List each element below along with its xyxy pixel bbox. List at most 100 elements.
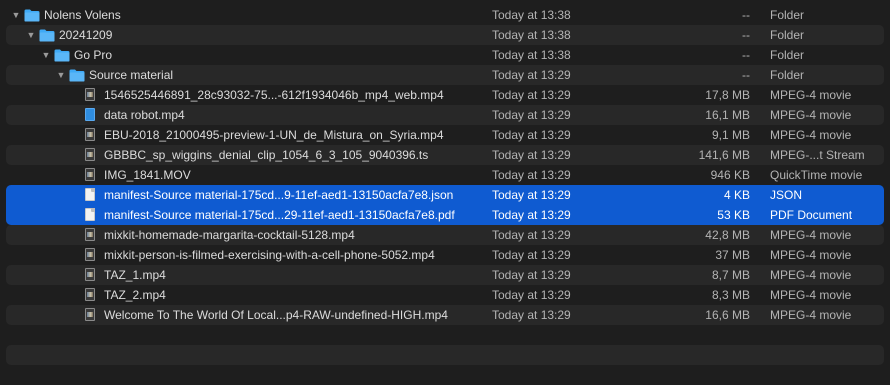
file-kind: MPEG-...t Stream [770,148,865,162]
date-modified: Today at 13:29 [492,268,571,282]
date-modified: Today at 13:29 [492,128,571,142]
folder-icon [69,69,85,82]
file-name: TAZ_1.mp4 [104,268,166,282]
file-kind: MPEG-4 movie [770,268,852,282]
file-kind: MPEG-4 movie [770,108,852,122]
file-row[interactable]: EBU-2018_21000495-preview-1-UN_de_Mistur… [6,125,884,145]
video-file-icon [85,248,95,261]
folder-icon [54,49,70,62]
file-name: IMG_1841.MOV [104,168,191,182]
file-size: -- [742,8,750,22]
file-size: -- [742,48,750,62]
empty-row [6,325,884,345]
file-size: 16,1 MB [705,108,750,122]
date-modified: Today at 13:29 [492,228,571,242]
file-kind: Folder [770,68,805,82]
file-size: 946 KB [710,168,750,182]
folder-row-go-pro[interactable]: ▼ Go Pro Today at 13:38 -- Folder [6,45,884,65]
folder-row-nolens-volens[interactable]: ▼ Nolens Volens Today at 13:38 -- Folder [6,5,884,25]
document-file-icon [85,188,95,201]
empty-row [6,365,884,385]
file-size: 37 MB [715,248,750,262]
file-row[interactable]: TAZ_1.mp4 Today at 13:29 8,7 MB MPEG-4 m… [6,265,884,285]
file-row[interactable]: data robot.mp4 Today at 13:29 16,1 MB MP… [6,105,884,125]
video-file-icon [85,148,95,161]
video-file-icon [85,128,95,141]
file-size: -- [742,28,750,42]
file-size: 53 KB [717,208,750,222]
file-name: 1546525446891_28c93032-75...-612f1934046… [104,88,444,102]
video-file-icon [85,268,95,281]
file-name: EBU-2018_21000495-preview-1-UN_de_Mistur… [104,128,444,142]
file-row[interactable]: 1546525446891_28c93032-75...-612f1934046… [6,85,884,105]
file-kind: MPEG-4 movie [770,288,852,302]
file-kind: MPEG-4 movie [770,88,852,102]
empty-row [6,345,884,365]
date-modified: Today at 13:29 [492,208,571,222]
folder-row-20241209[interactable]: ▼ 20241209 Today at 13:38 -- Folder [6,25,884,45]
file-kind: Folder [770,28,805,42]
file-row[interactable]: IMG_1841.MOV Today at 13:29 946 KB Quick… [6,165,884,185]
file-row[interactable]: mixkit-homemade-margarita-cocktail-5128.… [6,225,884,245]
file-kind: MPEG-4 movie [770,308,852,322]
file-size: -- [742,68,750,82]
file-size: 9,1 MB [711,128,750,142]
video-file-icon [85,228,95,241]
file-row-selected[interactable]: manifest-Source material-175cd...29-11ef… [6,205,884,225]
document-file-icon [85,208,95,221]
file-kind: MPEG-4 movie [770,228,852,242]
date-modified: Today at 13:29 [492,248,571,262]
folder-row-source-material[interactable]: ▼ Source material Today at 13:29 -- Fold… [6,65,884,85]
folder-icon [39,29,55,42]
file-kind: MPEG-4 movie [770,248,852,262]
folder-icon [24,9,40,22]
date-modified: Today at 13:29 [492,108,571,122]
video-file-icon [85,168,95,181]
file-row[interactable]: GBBBC_sp_wiggins_denial_clip_1054_6_3_10… [6,145,884,165]
file-kind: PDF Document [770,208,853,222]
date-modified: Today at 13:38 [492,28,571,42]
file-name: mixkit-person-is-filmed-exercising-with-… [104,248,435,262]
file-kind: MPEG-4 movie [770,128,852,142]
date-modified: Today at 13:38 [492,8,571,22]
file-row[interactable]: mixkit-person-is-filmed-exercising-with-… [6,245,884,265]
file-kind: Folder [770,8,805,22]
file-name: Source material [89,68,174,82]
file-name: manifest-Source material-175cd...9-11ef-… [104,188,454,202]
file-name: data robot.mp4 [104,108,185,122]
date-modified: Today at 13:29 [492,188,571,202]
chevron-down-icon[interactable]: ▼ [25,25,37,45]
file-kind: JSON [770,188,803,202]
file-row[interactable]: TAZ_2.mp4 Today at 13:29 8,3 MB MPEG-4 m… [6,285,884,305]
date-modified: Today at 13:29 [492,308,571,322]
date-modified: Today at 13:29 [492,88,571,102]
chevron-down-icon[interactable]: ▼ [55,65,67,85]
file-kind: QuickTime movie [770,168,863,182]
file-size: 16,6 MB [705,308,750,322]
file-size: 8,7 MB [711,268,750,282]
video-file-icon [85,108,95,121]
file-name: GBBBC_sp_wiggins_denial_clip_1054_6_3_10… [104,148,429,162]
file-name: Welcome To The World Of Local...p4-RAW-u… [104,308,448,322]
file-row[interactable]: Welcome To The World Of Local...p4-RAW-u… [6,305,884,325]
video-file-icon [85,308,95,321]
video-file-icon [85,288,95,301]
chevron-down-icon[interactable]: ▼ [40,45,52,65]
file-kind: Folder [770,48,805,62]
video-file-icon [85,88,95,101]
file-list: ▼ Nolens Volens Today at 13:38 -- Folder… [0,0,890,385]
file-size: 17,8 MB [705,88,750,102]
file-size: 141,6 MB [698,148,750,162]
chevron-down-icon[interactable]: ▼ [10,5,22,25]
date-modified: Today at 13:29 [492,148,571,162]
file-row-selected[interactable]: manifest-Source material-175cd...9-11ef-… [6,185,884,205]
file-size: 42,8 MB [705,228,750,242]
file-name: manifest-Source material-175cd...29-11ef… [104,208,455,222]
file-name: TAZ_2.mp4 [104,288,166,302]
date-modified: Today at 13:38 [492,48,571,62]
date-modified: Today at 13:29 [492,288,571,302]
file-name: Go Pro [74,48,113,62]
file-name: mixkit-homemade-margarita-cocktail-5128.… [104,228,355,242]
date-modified: Today at 13:29 [492,168,571,182]
date-modified: Today at 13:29 [492,68,571,82]
